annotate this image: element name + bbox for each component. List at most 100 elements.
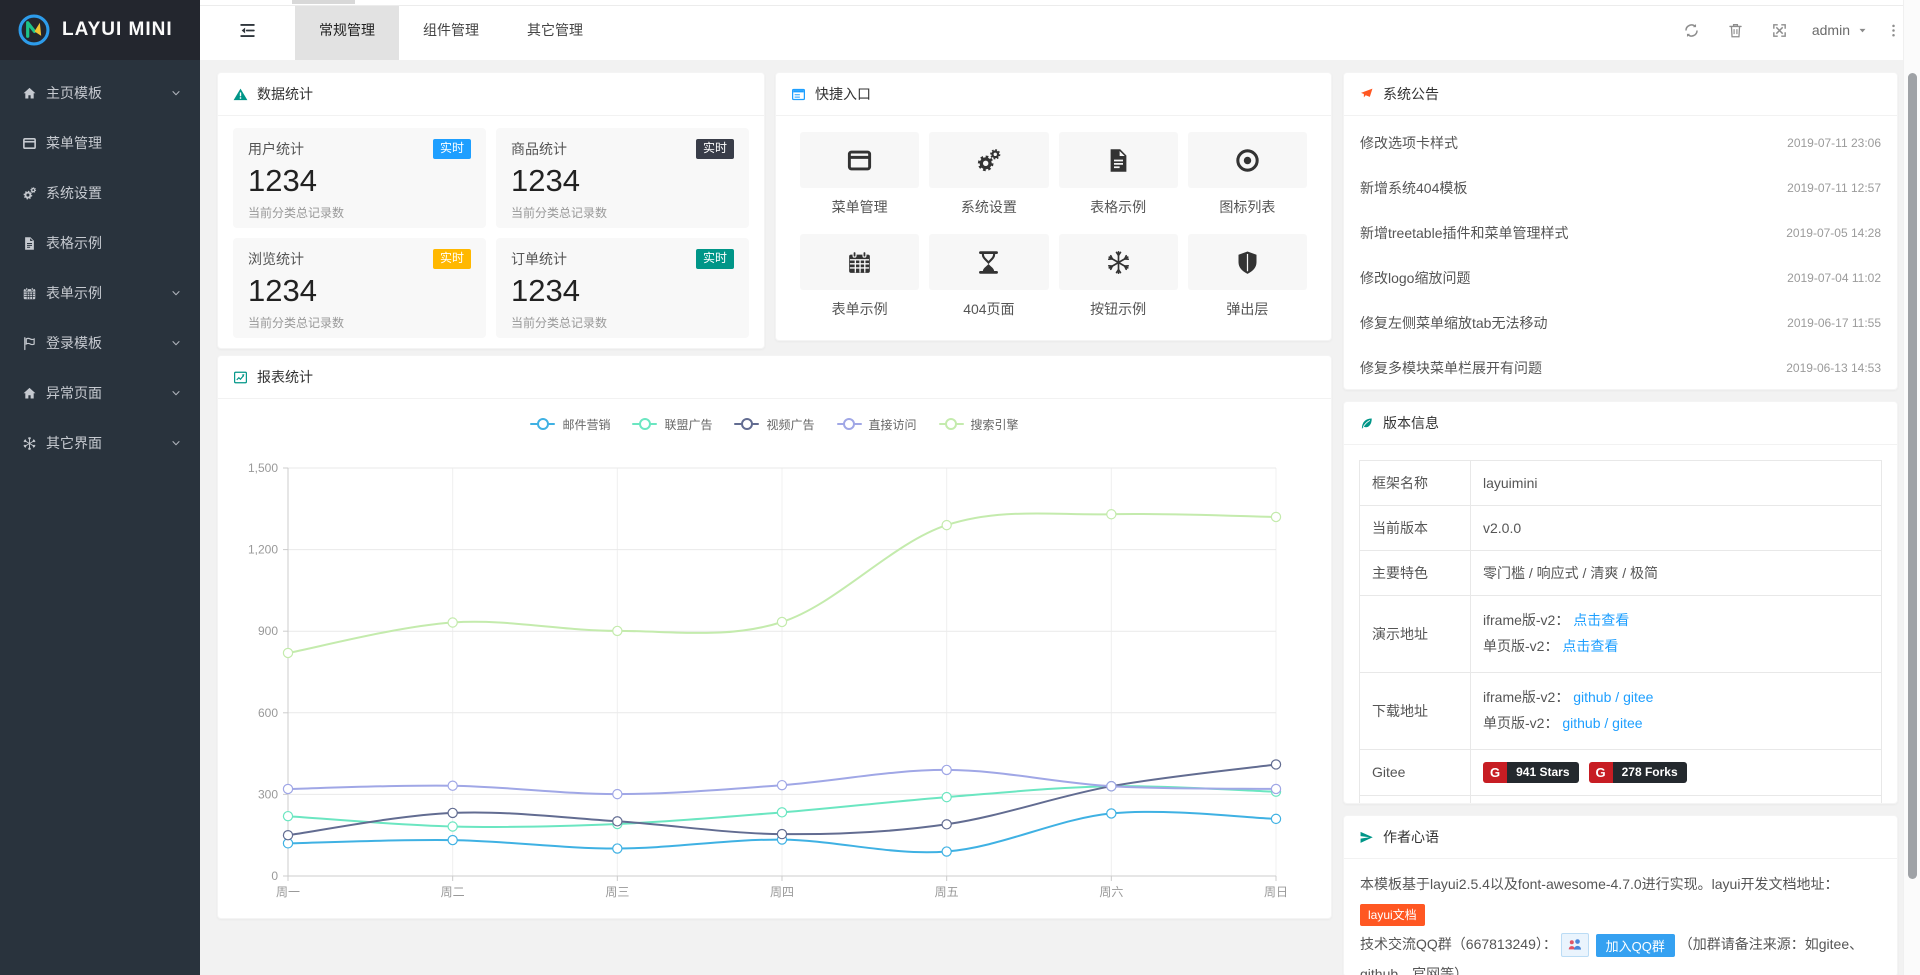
quick-entry-tile[interactable] [1059, 132, 1178, 188]
tab-3[interactable]: 其它管理 [503, 0, 607, 60]
page-scrollbar-thumb[interactable] [1908, 73, 1917, 879]
author-words-body: 本模板基于layui2.5.4以及font-awesome-4.7.0进行实现。… [1344, 859, 1897, 975]
gitee-logo: G [1589, 762, 1613, 783]
window-icon [846, 147, 873, 174]
legend-label: 邮件营销 [562, 416, 610, 433]
realtime-badge: 实时 [433, 249, 471, 269]
sidebar-item-3[interactable]: 系统设置 [0, 168, 200, 218]
quick-entry-tile[interactable] [929, 234, 1048, 290]
quick-entry-tile[interactable] [929, 132, 1048, 188]
layui-doc-badge[interactable]: layui文档 [1360, 904, 1425, 926]
tab-2[interactable]: 组件管理 [399, 0, 503, 60]
version-link[interactable]: github [1562, 715, 1600, 731]
tab-scrollbar-thumb[interactable] [292, 0, 355, 4]
sidebar-item-8[interactable]: 其它界面 [0, 418, 200, 468]
tab-scrollbar[interactable] [200, 0, 1920, 6]
quick-entries: 菜单管理系统设置表格示例图标列表表单示例 404页面按钮示例弹出层 [776, 116, 1331, 335]
announcement-text: 修改logo缩放问题 [1360, 268, 1470, 288]
stat-card-value: 1234 [248, 162, 471, 201]
gitee-badge[interactable]: G941 Stars [1483, 762, 1579, 783]
sidebar-item-4[interactable]: 表格示例 [0, 218, 200, 268]
version-link[interactable]: 点击查看 [1573, 612, 1629, 628]
legend-marker [734, 423, 759, 425]
legend-item-4[interactable]: 直接访问 [837, 416, 917, 433]
chevron-down-icon [170, 337, 182, 349]
window-icon [20, 135, 38, 151]
refresh-button[interactable] [1670, 22, 1714, 39]
version-link[interactable]: gitee [1612, 715, 1642, 731]
quick-entry-label: 404页面 [929, 299, 1048, 319]
quick-entry-6[interactable]: 404页面 [929, 234, 1048, 319]
quick-entry-tile[interactable] [1059, 234, 1178, 290]
topbar-actions: admin [1670, 0, 1920, 60]
clear-cache-button[interactable] [1714, 22, 1758, 39]
svg-text:1,200: 1,200 [248, 543, 278, 557]
sidebar-item-1[interactable]: 主页模板 [0, 68, 200, 118]
legend-item-2[interactable]: 联盟广告 [632, 416, 712, 433]
quick-entry-tile[interactable] [1188, 234, 1307, 290]
sidebar-item-6[interactable]: 登录模板 [0, 318, 200, 368]
announcement-row-1[interactable]: 修改选项卡样式2019-07-11 23:06 [1344, 120, 1897, 165]
panel-title: 作者心语 [1383, 827, 1439, 847]
quick-entry-5[interactable]: 表单示例 [800, 234, 919, 319]
quick-entry-label: 按钮示例 [1059, 299, 1178, 319]
quick-entry-tile[interactable] [800, 132, 919, 188]
legend-item-5[interactable]: 搜索引擎 [939, 416, 1019, 433]
quick-entry-3[interactable]: 表格示例 [1059, 132, 1178, 217]
fullscreen-button[interactable] [1758, 22, 1802, 39]
logo-icon [16, 12, 52, 48]
data-stats-header: 数据统计 [218, 73, 764, 116]
shield-icon [1234, 249, 1261, 276]
version-link[interactable]: 点击查看 [1562, 638, 1618, 654]
author-words-panel: 作者心语 本模板基于layui2.5.4以及font-awesome-4.7.0… [1343, 815, 1898, 975]
version-row-1: 框架名称layuimini [1360, 461, 1882, 506]
quick-entry-7[interactable]: 按钮示例 [1059, 234, 1178, 319]
announcement-row-2[interactable]: 新增系统404模板2019-07-11 12:57 [1344, 165, 1897, 210]
version-row-label: 演示地址 [1360, 596, 1471, 673]
announcement-row-3[interactable]: 新增treetable插件和菜单管理样式2019-07-05 14:28 [1344, 210, 1897, 255]
collapse-sidebar-button[interactable] [200, 0, 295, 60]
announcement-row-6[interactable]: 修复多模块菜单栏展开有问题2019-06-13 14:53 [1344, 345, 1897, 390]
version-link[interactable]: gitee [1623, 689, 1653, 705]
caret-down-icon [1857, 25, 1868, 36]
quick-entry-4[interactable]: 图标列表 [1188, 132, 1307, 217]
legend-item-1[interactable]: 邮件营销 [530, 416, 610, 433]
announcement-text: 新增系统404模板 [1360, 178, 1467, 198]
sidebar-item-label: 异常页面 [46, 383, 170, 403]
announcement-row-5[interactable]: 修复左侧菜单缩放tab无法移动2019-06-17 11:55 [1344, 300, 1897, 345]
version-row-value: iframe版-v2： 点击查看单页版-v2： 点击查看 [1471, 596, 1882, 673]
quick-entry-2[interactable]: 系统设置 [929, 132, 1048, 217]
sidebar-item-2[interactable]: 菜单管理 [0, 118, 200, 168]
announcement-row-4[interactable]: 修改logo缩放问题2019-07-04 11:02 [1344, 255, 1897, 300]
hourglass-icon [975, 249, 1002, 276]
sidebar-item-label: 菜单管理 [46, 133, 182, 153]
version-row-value: 零门槛 / 响应式 / 清爽 / 极简 [1471, 551, 1882, 596]
version-link[interactable]: github [1573, 689, 1611, 705]
chevron-down-icon [170, 437, 182, 449]
quick-entry-8[interactable]: 弹出层 [1188, 234, 1307, 319]
sidebar-item-7[interactable]: 异常页面 [0, 368, 200, 418]
author-words-header: 作者心语 [1344, 816, 1897, 859]
gitee-badge[interactable]: G278 Forks [1589, 762, 1687, 783]
side-menu: 主页模板菜单管理系统设置表格示例表单示例登录模板异常页面其它界面 [0, 60, 200, 468]
version-info-panel: 版本信息 框架名称layuimini当前版本v2.0.0主要特色零门槛 / 响应… [1343, 401, 1898, 804]
gears-icon [20, 185, 38, 201]
version-row-6: GiteeG941 StarsG278 Forks [1360, 749, 1882, 795]
leaf-icon [1359, 416, 1374, 431]
sidebar-item-5[interactable]: 表单示例 [0, 268, 200, 318]
quick-entry-tile[interactable] [800, 234, 919, 290]
version-row-value: iframe版-v2： github / gitee单页版-v2： github… [1471, 672, 1882, 749]
quick-entry-label: 表单示例 [800, 299, 919, 319]
announcement-text: 修改选项卡样式 [1360, 133, 1458, 153]
join-qq-group-button[interactable]: 加入QQ群 [1596, 934, 1675, 957]
tab-1[interactable]: 常规管理 [295, 0, 399, 60]
page-scrollbar[interactable] [1903, 0, 1920, 975]
quick-entry-tile[interactable] [1188, 132, 1307, 188]
quick-entry-1[interactable]: 菜单管理 [800, 132, 919, 217]
qq-group-icon[interactable] [1561, 933, 1589, 957]
link-prefix: iframe版-v2： [1483, 689, 1573, 705]
legend-item-3[interactable]: 视频广告 [734, 416, 814, 433]
svg-text:300: 300 [258, 787, 278, 801]
user-menu[interactable]: admin [1812, 22, 1868, 38]
stat-card-desc: 当前分类总记录数 [511, 314, 734, 331]
